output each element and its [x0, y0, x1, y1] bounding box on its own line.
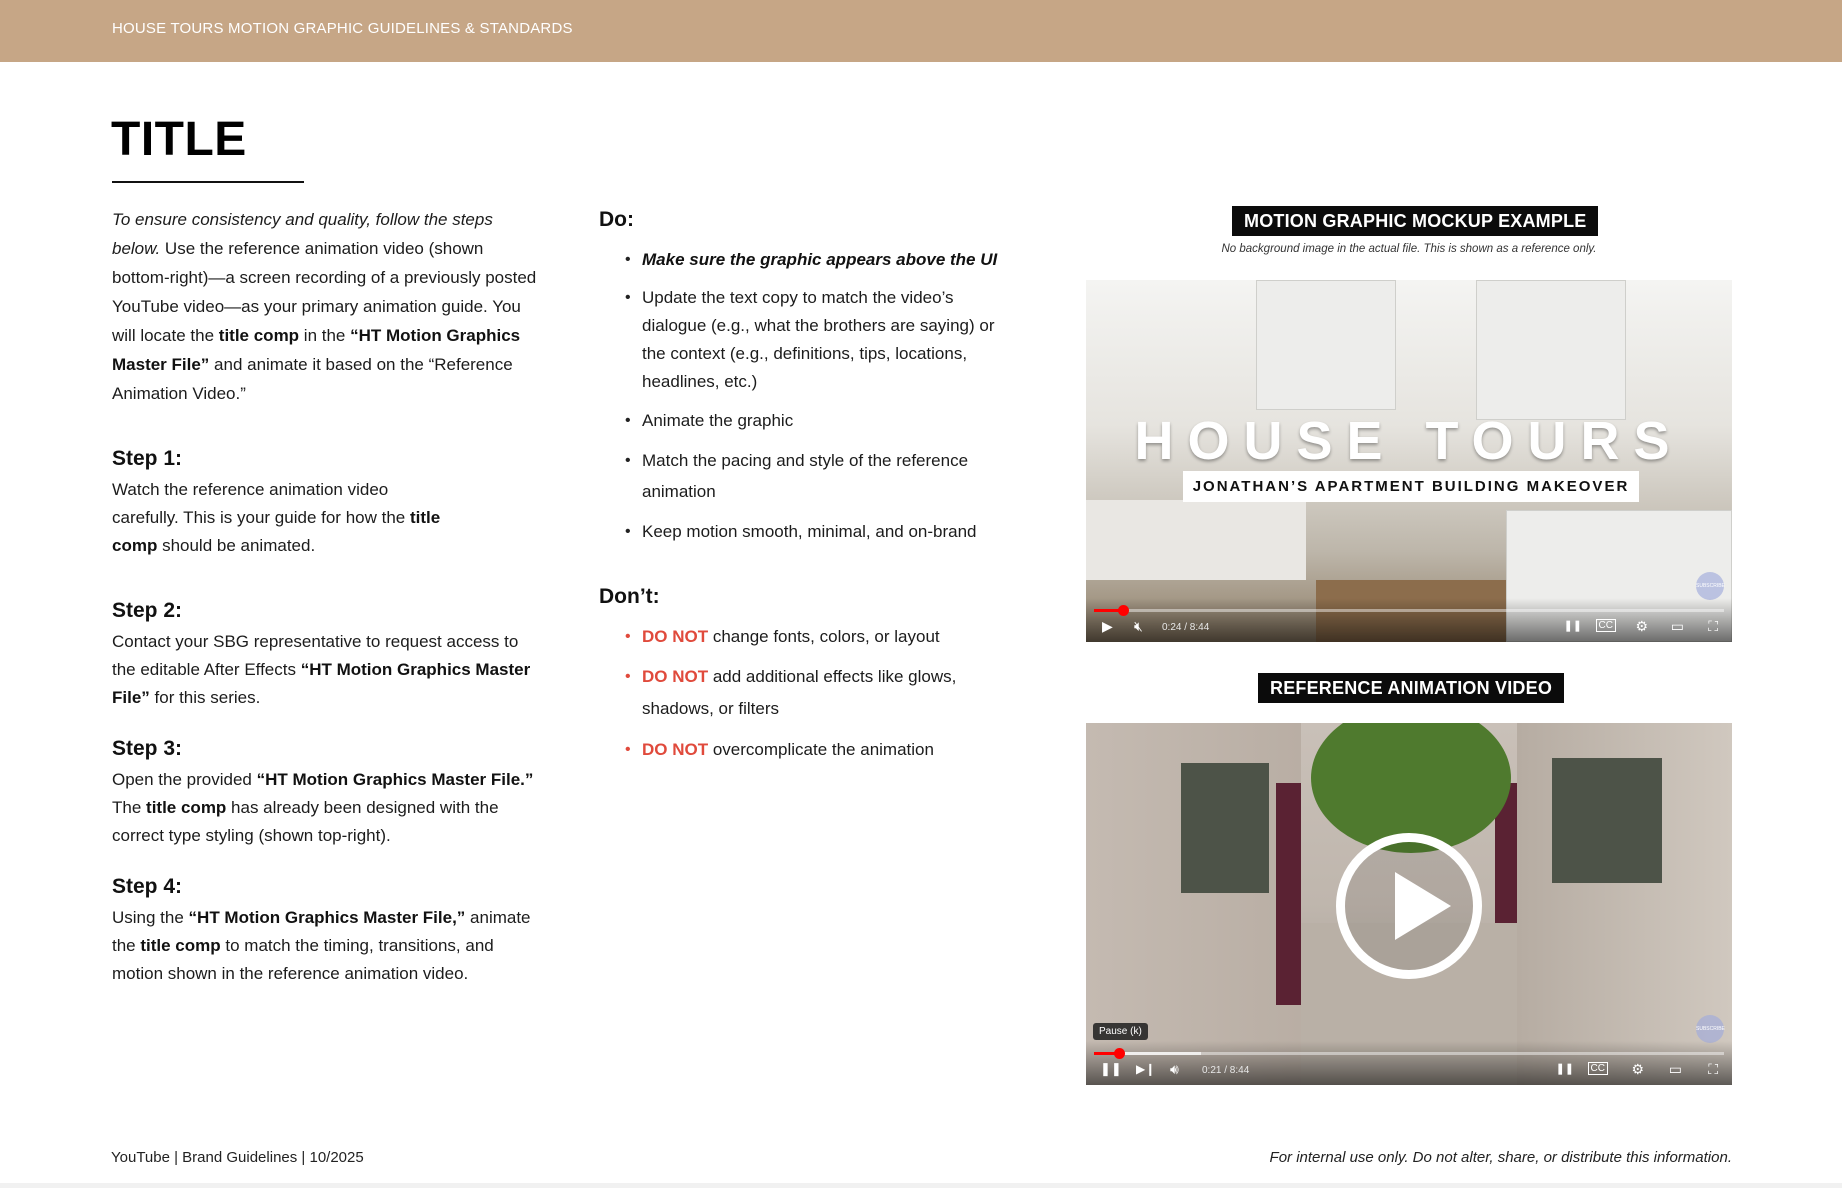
- step-4: Step 4: Using the “HT Motion Graphics Ma…: [112, 872, 542, 988]
- do-item-text: Match the pacing and style of the refere…: [642, 451, 969, 501]
- do-item-text: Make sure the graphic appears above the …: [642, 250, 998, 269]
- step-3: Step 3: Open the provided “HT Motion Gra…: [112, 734, 542, 850]
- do-item: Make sure the graphic appears above the …: [599, 245, 999, 274]
- step-4-text: Using the “HT Motion Graphics Master Fil…: [112, 904, 542, 988]
- intro-bold-1: title comp: [218, 326, 300, 345]
- do-item: Animate the graphic: [599, 406, 999, 435]
- instructions-column: To ensure consistency and quality, follo…: [112, 205, 542, 1010]
- play-icon: [1395, 872, 1451, 940]
- do-heading: Do:: [599, 208, 634, 231]
- step-1-text-a: Watch the reference animation video care…: [112, 480, 410, 527]
- step-3-text: Open the provided “HT Motion Graphics Ma…: [112, 766, 542, 850]
- pause-icon[interactable]: ❚❚: [1100, 1061, 1122, 1077]
- step-3-heading: Step 3:: [112, 737, 183, 760]
- do-item: Keep motion smooth, minimal, and on-bran…: [599, 517, 999, 546]
- top-header-bar: HOUSE TOURS MOTION GRAPHIC GUIDELINES & …: [0, 0, 1842, 62]
- step-4-bold-2: title comp: [140, 936, 221, 955]
- next-icon[interactable]: ▶❙: [1136, 1061, 1155, 1077]
- reference-label: REFERENCE ANIMATION VIDEO: [1258, 673, 1565, 703]
- pause-tooltip: Pause (k): [1093, 1023, 1148, 1040]
- step-4-bold-1: “HT Motion Graphics Master File,”: [188, 908, 466, 927]
- progress-track[interactable]: [1094, 1048, 1724, 1059]
- dont-item-text: overcomplicate the animation: [708, 740, 934, 759]
- progress-knob[interactable]: [1117, 605, 1129, 616]
- progress-knob[interactable]: [1114, 1048, 1126, 1059]
- step-3-bold-2: title comp: [146, 798, 227, 817]
- settings-gear-icon[interactable]: ⚙: [1635, 618, 1648, 634]
- step-3-text-a: Open the provided: [112, 770, 257, 789]
- theater-mode-icon[interactable]: ▭: [1669, 1061, 1682, 1077]
- play-icon[interactable]: ▶: [1102, 618, 1113, 634]
- do-dont-column: Do: Make sure the graphic appears above …: [599, 205, 999, 774]
- autoplay-toggle-icon[interactable]: ❚❚: [1564, 618, 1582, 634]
- left-door: [1276, 783, 1301, 1005]
- bottom-strip: [0, 1183, 1842, 1188]
- upper-cabinets-left: [1256, 280, 1396, 410]
- do-item: Match the pacing and style of the refere…: [599, 445, 999, 507]
- title-divider: [112, 181, 304, 183]
- dont-heading: Don’t:: [599, 585, 660, 608]
- intro-text-2: in the: [299, 326, 351, 345]
- house-tours-subtitle: JONATHAN’S APARTMENT BUILDING MAKEOVER: [1183, 471, 1639, 502]
- page-title: TITLE: [111, 113, 247, 166]
- do-item-text: Update the text copy to match the video’…: [642, 288, 995, 391]
- autoplay-toggle-icon[interactable]: ❚❚: [1556, 1061, 1574, 1077]
- play-button[interactable]: [1336, 833, 1482, 979]
- player-controls-bar: Pause (k) ❚❚ ▶❙ 🔊︎ 0:21 / 8:44 ❚❚ CC ⚙ ▭…: [1086, 1023, 1732, 1085]
- do-item-text: Keep motion smooth, minimal, and on-bran…: [642, 522, 977, 541]
- subscribe-badge[interactable]: SUBSCRIBE: [1696, 572, 1725, 600]
- step-3-text-b: The: [112, 798, 147, 817]
- video-time: 0:21 / 8:44: [1202, 1065, 1250, 1076]
- subscribe-badge[interactable]: SUBSCRIBE: [1696, 1015, 1725, 1043]
- captions-icon[interactable]: CC: [1595, 619, 1616, 632]
- fullscreen-icon[interactable]: ⛶: [1708, 1061, 1718, 1077]
- step-1-text-b: should be animated.: [157, 536, 316, 555]
- left-window: [1181, 763, 1269, 893]
- step-4-text-a: Using the: [112, 908, 189, 927]
- theater-mode-icon[interactable]: ▭: [1671, 618, 1684, 634]
- dont-prefix: DO NOT: [642, 667, 709, 686]
- step-1: Step 1: Watch the reference animation vi…: [112, 444, 542, 560]
- house-tours-title: HOUSE TOURS: [1134, 411, 1684, 471]
- upper-cabinets-right: [1476, 280, 1626, 420]
- dont-item-text: change fonts, colors, or layout: [708, 627, 940, 646]
- volume-icon[interactable]: 🔊︎: [1170, 1061, 1179, 1077]
- step-4-heading: Step 4:: [112, 875, 183, 898]
- step-2-heading: Step 2:: [112, 599, 183, 622]
- right-window: [1552, 758, 1662, 883]
- step-1-text: Watch the reference animation video care…: [112, 476, 442, 560]
- footer-brand: YouTube | Brand Guidelines | 10/2025: [111, 1149, 364, 1166]
- step-1-heading: Step 1:: [112, 447, 183, 470]
- player-controls-bar: ▶ 🔇︎ 0:24 / 8:44 ❚❚ CC ⚙ ▭ ⛶: [1086, 598, 1732, 642]
- do-item: Update the text copy to match the video’…: [599, 284, 999, 396]
- do-item-text: Animate the graphic: [642, 411, 794, 430]
- dont-item: DO NOT change fonts, colors, or layout: [599, 622, 999, 651]
- dont-prefix: DO NOT: [642, 627, 709, 646]
- captions-icon[interactable]: CC: [1587, 1062, 1608, 1075]
- video-time: 0:24 / 8:44: [1162, 622, 1210, 633]
- step-2-text-b: for this series.: [149, 688, 261, 707]
- mockup-note: No background image in the actual file. …: [1221, 243, 1597, 255]
- step-2: Step 2: Contact your SBG representative …: [112, 596, 542, 712]
- mockup-video-player[interactable]: HOUSE TOURS JONATHAN’S APARTMENT BUILDIN…: [1086, 280, 1732, 642]
- dont-item: DO NOT add additional effects like glows…: [599, 661, 999, 725]
- dont-prefix: DO NOT: [642, 740, 709, 759]
- step-2-text: Contact your SBG representative to reque…: [112, 628, 542, 712]
- reference-video-player[interactable]: SUBSCRIBE Pause (k) ❚❚ ▶❙ 🔊︎ 0:21 / 8:44…: [1086, 723, 1732, 1085]
- dont-list: DO NOT change fonts, colors, or layout D…: [599, 622, 999, 764]
- progress-track[interactable]: [1094, 605, 1724, 616]
- dont-item: DO NOT overcomplicate the animation: [599, 735, 999, 764]
- settings-gear-icon[interactable]: ⚙: [1631, 1061, 1644, 1077]
- header-text: HOUSE TOURS MOTION GRAPHIC GUIDELINES & …: [112, 20, 573, 37]
- intro-paragraph: To ensure consistency and quality, follo…: [112, 205, 542, 408]
- do-list: Make sure the graphic appears above the …: [599, 245, 999, 546]
- step-3-bold-1: “HT Motion Graphics Master File.”: [256, 770, 534, 789]
- sink-counter: [1086, 500, 1306, 580]
- footer-disclaimer: For internal use only. Do not alter, sha…: [1269, 1149, 1732, 1166]
- mockup-label: MOTION GRAPHIC MOCKUP EXAMPLE: [1232, 206, 1599, 236]
- fullscreen-icon[interactable]: ⛶: [1708, 618, 1718, 634]
- mute-icon[interactable]: 🔇︎: [1134, 618, 1143, 634]
